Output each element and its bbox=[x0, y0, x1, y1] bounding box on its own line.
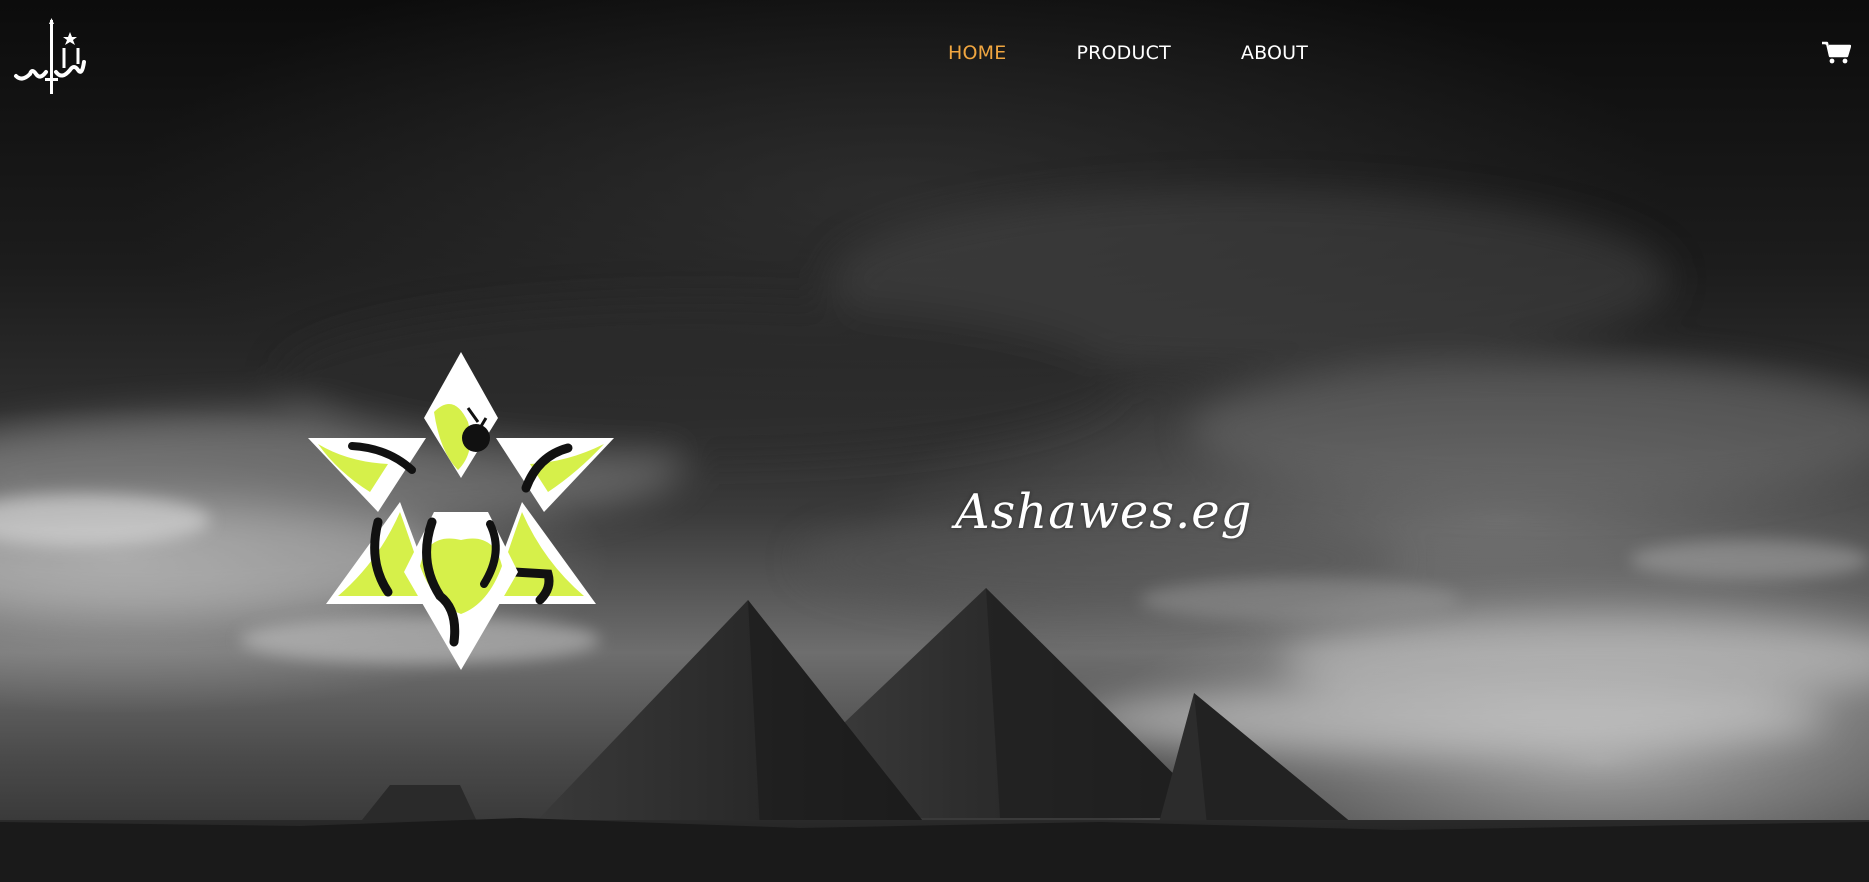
brand-title: Ashawes.eg bbox=[955, 484, 1253, 540]
ashawes-arabic-logo[interactable] bbox=[12, 18, 88, 100]
star-emblem-logo bbox=[308, 352, 614, 670]
nav-product-link[interactable]: PRODUCT bbox=[1076, 42, 1170, 64]
nav-about-link[interactable]: ABOUT bbox=[1241, 42, 1308, 64]
nav-menu: HOME PRODUCT ABOUT bbox=[948, 42, 1378, 64]
top-navbar: HOME PRODUCT ABOUT bbox=[0, 0, 1869, 110]
cart-icon[interactable] bbox=[1821, 40, 1851, 66]
hero-section: HOME PRODUCT ABOUT Ashawes.eg bbox=[0, 0, 1869, 882]
nav-home-link[interactable]: HOME bbox=[948, 42, 1006, 64]
pyramids-landscape bbox=[0, 588, 1869, 882]
